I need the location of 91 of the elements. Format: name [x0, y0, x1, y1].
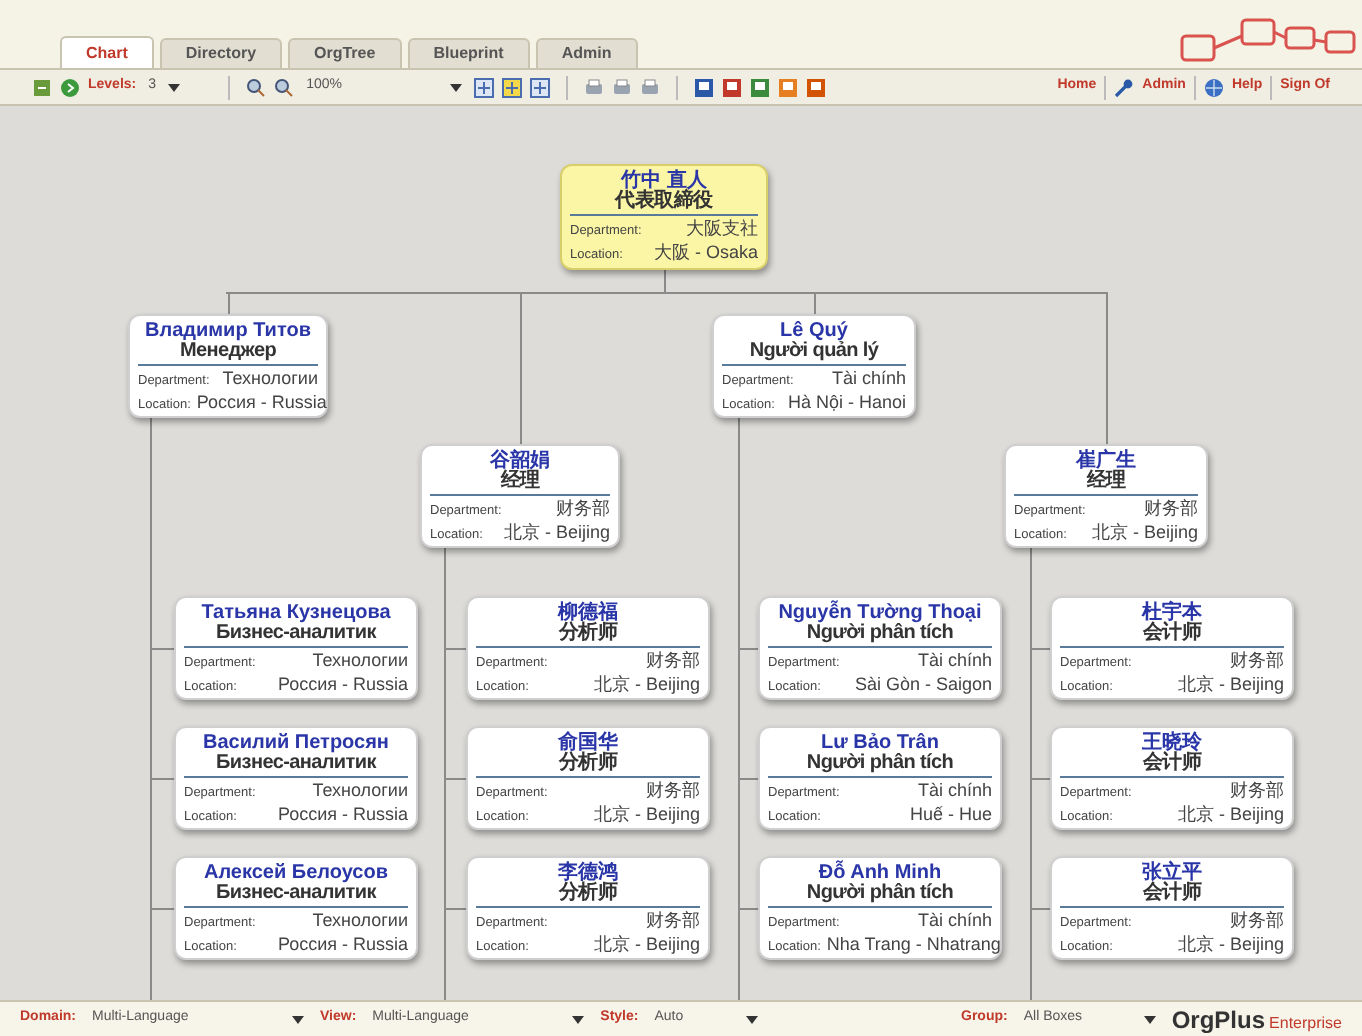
person-name: 张立平 [1140, 862, 1204, 884]
printer-icon[interactable] [584, 77, 605, 97]
field-value: Россия - Russia [277, 674, 408, 694]
brand-name: OrgPlus [1171, 1003, 1266, 1036]
caret-icon [746, 1015, 759, 1023]
person-name: Татьяна Кузнецова [199, 602, 393, 624]
field-value: 北京 - Beijing [593, 674, 700, 694]
person-name: 谷韶娟 [488, 450, 552, 472]
field-value: 大阪支社 [686, 218, 758, 238]
field-value: 财务部 [646, 910, 700, 930]
tab[interactable]: Admin [535, 38, 638, 68]
field-value: Технологии [222, 368, 318, 388]
tab[interactable]: Chart [60, 36, 154, 68]
zoom-out-icon[interactable] [274, 77, 295, 97]
key-icon[interactable] [1114, 77, 1135, 97]
field-value: 财务部 [1230, 910, 1284, 930]
person-name: Lê Quý [780, 320, 848, 342]
tab[interactable]: Directory [159, 38, 283, 68]
field-value: Nha Trang - Nhatrang [826, 934, 1001, 954]
field-value: 财务部 [1230, 780, 1284, 800]
field-value: 财务部 [1230, 650, 1284, 670]
person-name: 王晓玲 [1140, 732, 1204, 754]
field-value: 北京 - Beijing [593, 804, 700, 824]
field-value: 财务部 [646, 650, 700, 670]
printer-icon[interactable] [612, 77, 633, 97]
layout-icon[interactable] [530, 77, 551, 97]
job-title: 会计师 [1060, 754, 1284, 778]
field-value: Россия - Russia [277, 804, 408, 824]
person-name: 柳德福 [555, 602, 620, 624]
field-value: Tài chính [917, 910, 992, 930]
person-name: 竹中 直人 [621, 170, 707, 192]
field-value: Технологии [312, 650, 408, 670]
caret-icon [292, 1015, 304, 1023]
field-value: Россия - Russia [196, 392, 327, 412]
layout-icon[interactable] [474, 77, 495, 97]
field-value: Россия - Russia [277, 934, 408, 954]
person-name: 李德鸿 [556, 862, 620, 884]
job-title: Менеджер [138, 342, 318, 366]
person-name: 俞国华 [555, 732, 620, 754]
job-title: Người phân tích [768, 754, 992, 778]
job-title: 代表取締役 [570, 192, 758, 216]
job-title: Người phân tích [768, 624, 992, 648]
person-name: Алексей Белоусов [201, 862, 390, 884]
field-value: 北京 - Beijing [1177, 674, 1284, 694]
zoom-in-icon[interactable] [246, 77, 267, 97]
layout-icon[interactable] [502, 77, 523, 97]
field-value: Huế - Hue [909, 804, 992, 824]
person-name: Lư Bảo Trân [821, 732, 939, 754]
job-title: 经理 [430, 472, 610, 496]
go-icon[interactable] [60, 77, 80, 97]
job-title: 会计师 [1060, 884, 1284, 908]
job-title: Người quản lý [722, 342, 906, 366]
field-value: 北京 - Beijing [593, 934, 700, 954]
tab[interactable]: Blueprint [407, 38, 530, 68]
globe-icon[interactable] [1203, 77, 1224, 97]
field-value: Tài chính [917, 650, 992, 670]
caret-icon [450, 83, 463, 91]
person-name: Василий Петросян [201, 732, 391, 754]
person-name: 崔广生 [1073, 450, 1138, 472]
field-value: 北京 - Beijing [1091, 522, 1198, 542]
person-name: 杜宇本 [1139, 602, 1204, 624]
person-name: Владимир Титов [143, 320, 313, 342]
person-name: Nguyễn Tường Thoại [776, 602, 984, 624]
job-title: 分析师 [476, 754, 700, 778]
tab[interactable]: OrgTree [288, 38, 402, 68]
field-value: Tài chính [831, 368, 906, 388]
job-title: Người phân tích [768, 884, 992, 908]
field-value: 财务部 [556, 498, 610, 518]
caret-icon [572, 1015, 585, 1023]
field-value: 北京 - Beijing [1177, 804, 1284, 824]
field-value: 财务部 [1144, 498, 1198, 518]
caret-icon [168, 83, 181, 91]
job-title: Бизнес-аналитик [184, 754, 408, 778]
field-value: Технологии [312, 780, 408, 800]
field-value: Hà Nội - Hanoi [787, 392, 906, 412]
job-title: 分析师 [476, 624, 700, 648]
field-value: 大阪 - Osaka [653, 242, 758, 262]
field-value: Технологии [312, 910, 408, 930]
field-value: Sài Gòn - Saigon [854, 674, 992, 694]
job-title: Бизнес-аналитик [184, 884, 408, 908]
field-value: Tài chính [917, 780, 992, 800]
field-value: 财务部 [646, 780, 700, 800]
field-value: 北京 - Beijing [1177, 934, 1284, 954]
job-title: Бизнес-аналитик [184, 624, 408, 648]
field-value: 北京 - Beijing [503, 522, 610, 542]
job-title: 会计师 [1060, 624, 1284, 648]
job-title: 经理 [1014, 472, 1198, 496]
caret-icon [1143, 1015, 1156, 1023]
edition-label: Enterprise [1269, 1011, 1342, 1035]
job-title: 分析师 [476, 884, 700, 908]
person-name: Đỗ Anh Minh [818, 862, 942, 884]
